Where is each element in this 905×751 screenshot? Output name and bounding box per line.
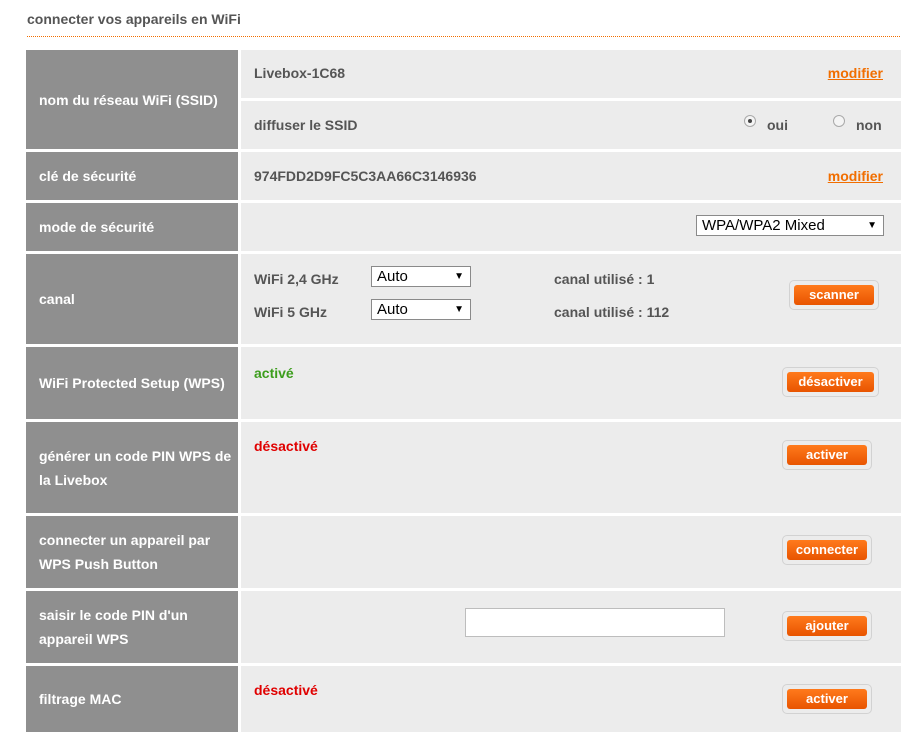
- wps-device-pin-cell: ajouter: [241, 591, 901, 663]
- band5-selected: Auto: [377, 301, 408, 318]
- ssid-label: nom du réseau WiFi (SSID): [26, 50, 238, 149]
- dropdown-arrow-icon: ▼: [454, 304, 464, 315]
- wps-push-cell: connecter: [241, 516, 901, 588]
- dropdown-arrow-icon: ▼: [867, 220, 877, 231]
- ssid-row: nom du réseau WiFi (SSID) Livebox-1C68 m…: [26, 50, 901, 149]
- band5-label: WiFi 5 GHz: [254, 304, 327, 320]
- band24-channel-select[interactable]: Auto ▼: [371, 266, 471, 287]
- channel-row: canal WiFi 2,4 GHz Auto ▼ canal utilisé …: [26, 254, 901, 344]
- mac-filter-label: filtrage MAC: [26, 666, 238, 732]
- channel-cell: WiFi 2,4 GHz Auto ▼ canal utilisé : 1 Wi…: [241, 254, 901, 344]
- wps-pin-label: générer un code PIN WPS de la Livebox: [26, 422, 238, 513]
- broadcast-yes-radio[interactable]: [744, 115, 756, 127]
- scan-button[interactable]: scanner: [789, 280, 879, 310]
- security-key-modify-link[interactable]: modifier: [828, 168, 883, 184]
- wps-pin-cell: désactivé activer: [241, 422, 901, 513]
- wps-pin-add-button[interactable]: ajouter: [782, 611, 872, 641]
- wps-pin-row: générer un code PIN WPS de la Livebox dé…: [26, 422, 901, 513]
- security-mode-cell: WPA/WPA2 Mixed ▼: [241, 203, 901, 251]
- wps-status: activé: [254, 365, 294, 381]
- ssid-broadcast-cell: diffuser le SSID oui non: [241, 101, 901, 149]
- mac-filter-row: filtrage MAC désactivé activer: [26, 666, 901, 732]
- wps-row: WiFi Protected Setup (WPS) activé désact…: [26, 347, 901, 419]
- band24-selected: Auto: [377, 268, 408, 285]
- band5-channel-select[interactable]: Auto ▼: [371, 299, 471, 320]
- security-mode-selected: WPA/WPA2 Mixed: [702, 217, 825, 234]
- title-divider: [27, 36, 900, 37]
- ssid-name-cell: Livebox-1C68 modifier: [241, 50, 901, 98]
- band24-label: WiFi 2,4 GHz: [254, 271, 339, 287]
- mac-filter-cell: désactivé activer: [241, 666, 901, 732]
- security-key-value: 974FDD2D9FC5C3AA66C3146936: [254, 168, 477, 184]
- page-title: connecter vos appareils en WiFi: [27, 11, 241, 27]
- wps-push-row: connecter un appareil par WPS Push Butto…: [26, 516, 901, 588]
- channel-label: canal: [26, 254, 238, 344]
- ssid-value: Livebox-1C68: [254, 65, 346, 81]
- wps-cell: activé désactiver: [241, 347, 901, 419]
- mac-filter-status: désactivé: [254, 682, 318, 698]
- dropdown-arrow-icon: ▼: [454, 271, 464, 282]
- wps-label: WiFi Protected Setup (WPS): [26, 347, 238, 419]
- security-mode-label: mode de sécurité: [26, 203, 238, 251]
- wps-push-label: connecter un appareil par WPS Push Butto…: [26, 516, 238, 588]
- broadcast-no-radio[interactable]: [833, 115, 845, 127]
- band24-used-channel: canal utilisé : 1: [554, 271, 655, 287]
- security-mode-row: mode de sécurité WPA/WPA2 Mixed ▼: [26, 203, 901, 251]
- wps-connect-button[interactable]: connecter: [782, 535, 872, 565]
- band5-used-channel: canal utilisé : 112: [554, 304, 670, 320]
- wps-device-pin-input[interactable]: [465, 608, 725, 637]
- broadcast-yes-label: oui: [767, 117, 788, 133]
- wps-pin-activate-button[interactable]: activer: [782, 440, 872, 470]
- security-key-row: clé de sécurité 974FDD2D9FC5C3AA66C31469…: [26, 152, 901, 200]
- wps-deactivate-button[interactable]: désactiver: [782, 367, 879, 397]
- wps-device-pin-label: saisir le code PIN d'un appareil WPS: [26, 591, 238, 663]
- security-mode-select[interactable]: WPA/WPA2 Mixed ▼: [696, 215, 884, 236]
- broadcast-ssid-label: diffuser le SSID: [254, 117, 358, 133]
- mac-filter-activate-button[interactable]: activer: [782, 684, 872, 714]
- security-key-label: clé de sécurité: [26, 152, 238, 200]
- broadcast-no-label: non: [856, 117, 882, 133]
- ssid-modify-link[interactable]: modifier: [828, 65, 883, 81]
- wps-pin-status: désactivé: [254, 438, 318, 454]
- wps-device-pin-row: saisir le code PIN d'un appareil WPS ajo…: [26, 591, 901, 663]
- security-key-cell: 974FDD2D9FC5C3AA66C3146936 modifier: [241, 152, 901, 200]
